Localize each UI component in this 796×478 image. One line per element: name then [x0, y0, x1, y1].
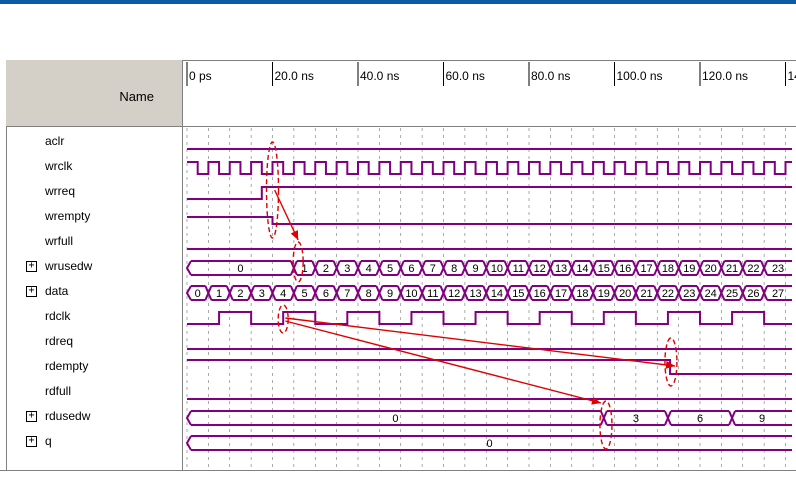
wave-rdusedw-value: 6 [697, 413, 703, 425]
waveform-canvas[interactable]: 0 ps 20.0 ns 40.0 ns 60.0 ns 80.0 ns 100.0 ns… [0, 0, 796, 478]
wave-data-value: 18 [576, 288, 588, 300]
wave-data-value: 22 [662, 288, 674, 300]
wave-wrusedw-value: 22 [747, 263, 759, 275]
wave-data-value: 10 [405, 288, 417, 300]
wave-data-value: 25 [726, 288, 738, 300]
wave-data-value: 21 [640, 288, 652, 300]
wave-data-edge [185, 285, 192, 301]
wave-wrusedw-value: 8 [451, 263, 457, 275]
wave-wrusedw-value: 4 [366, 263, 372, 275]
wave-wrusedw-value: 6 [408, 263, 414, 275]
wave-rdempty [187, 359, 792, 375]
wave-wrusedw-value: 17 [640, 263, 652, 275]
wave-wrusedw-value: 21 [726, 263, 738, 275]
wave-wrusedw-value: 2 [323, 263, 329, 275]
wave-data-value: 2 [237, 288, 243, 300]
wave-wrusedw-value: 15 [598, 263, 610, 275]
wave-wrusedw-value: 12 [534, 263, 546, 275]
wave-q-edge [185, 435, 192, 451]
wave-wrusedw-value: 18 [662, 263, 674, 275]
wave-data-value: 14 [491, 288, 503, 300]
wave-data-value: 23 [683, 288, 695, 300]
wave-wrusedw-value: 16 [619, 263, 631, 275]
wave-rdusedw-value: 9 [759, 413, 765, 425]
wave-wrusedw-value: 0 [237, 263, 243, 275]
wave-data-value: 27 [772, 288, 784, 300]
ruler-label: 20.0 ns [275, 69, 314, 83]
ruler-label: 0 ps [189, 69, 212, 83]
wave-wrusedw-value: 19 [683, 263, 695, 275]
wave-data-value: 0 [195, 288, 201, 300]
ruler-label: 80.0 ns [531, 69, 570, 83]
wave-data-value: 12 [448, 288, 460, 300]
wave-data-value: 26 [747, 288, 759, 300]
wave-wrusedw-value: 20 [705, 263, 717, 275]
ruler-label: 60.0 ns [446, 69, 485, 83]
wave-data-value: 9 [387, 288, 393, 300]
wave-wrusedw-value: 13 [555, 263, 567, 275]
wave-wrusedw-edge [185, 260, 192, 276]
wave-data-value: 15 [512, 288, 524, 300]
wave-rdusedw-value: 0 [392, 413, 398, 425]
ruler-label: 100.0 ns [617, 69, 663, 83]
wave-data-value: 7 [344, 288, 350, 300]
wave-data-value: 20 [619, 288, 631, 300]
wave-data-value: 8 [366, 288, 372, 300]
wave-wrusedw-value: 11 [513, 263, 524, 275]
ruler-label: 120.0 ns [702, 69, 748, 83]
wave-rdusedw-edge [185, 410, 192, 426]
wave-wrusedw-value: 23 [772, 263, 784, 275]
wave-data-value: 1 [216, 288, 222, 300]
wave-data-value: 6 [323, 288, 329, 300]
annotation-arrow-rdusedw [285, 320, 602, 404]
wave-data-value: 19 [598, 288, 610, 300]
wave-data-value: 13 [469, 288, 481, 300]
wave-data-value: 4 [280, 288, 286, 300]
wave-data-value: 16 [534, 288, 546, 300]
wave-data-value: 11 [427, 288, 438, 300]
wave-wrusedw-value: 14 [576, 263, 588, 275]
wave-wrusedw-value: 3 [344, 263, 350, 275]
wave-wrusedw-value: 10 [491, 263, 503, 275]
ruler-label: 140 [788, 69, 796, 83]
wave-data-value: 3 [259, 288, 265, 300]
wave-rdusedw-value: 3 [633, 413, 639, 425]
wave-q-value: 0 [486, 438, 492, 450]
wave-wrusedw-value: 5 [387, 263, 393, 275]
wave-data-value: 5 [302, 288, 308, 300]
wave-wrusedw-value: 7 [430, 263, 436, 275]
annotation-arrow-rdempty [285, 317, 676, 367]
wave-wrusedw-value: 9 [473, 263, 479, 275]
wave-data-value: 17 [555, 288, 567, 300]
ruler-label: 40.0 ns [360, 69, 399, 83]
wave-data-value: 24 [705, 288, 717, 300]
